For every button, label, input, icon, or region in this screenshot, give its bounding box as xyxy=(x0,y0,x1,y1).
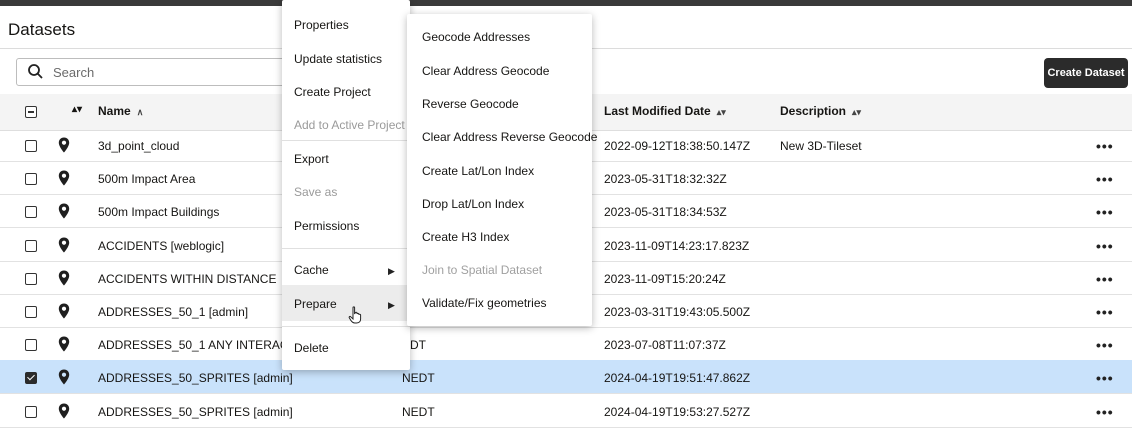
caret-right-icon: ▶ xyxy=(388,300,395,310)
submenu-item-drop-lat-lon-index[interactable]: Drop Lat/Lon Index xyxy=(422,197,524,211)
search-icon xyxy=(28,64,43,79)
menu-divider xyxy=(282,326,410,327)
row-name[interactable]: ACCIDENTS [weblogic] xyxy=(98,239,224,253)
row-last-modified: 2023-05-31T18:32:32Z xyxy=(604,172,727,186)
sort-icon[interactable]: ▴▾ xyxy=(72,104,82,115)
row-description: New 3D-Tileset xyxy=(780,139,862,153)
search-input[interactable]: Search xyxy=(16,58,286,86)
menu-item-properties[interactable]: Properties xyxy=(294,18,349,32)
menu-item-prepare[interactable]: Prepare xyxy=(294,297,337,311)
menu-item-update-statistics[interactable]: Update statistics xyxy=(294,52,382,66)
row-last-modified: 2022-09-12T18:38:50.147Z xyxy=(604,139,751,153)
row-checkbox[interactable] xyxy=(25,173,37,185)
submenu-item-reverse-geocode[interactable]: Reverse Geocode xyxy=(422,97,519,111)
row-checkbox[interactable] xyxy=(25,406,37,418)
row-owner: NEDT xyxy=(402,405,435,419)
row-name[interactable]: 3d_point_cloud xyxy=(98,139,179,153)
row-name[interactable]: ADDRESSES_50_SPRITES [admin] xyxy=(98,371,293,385)
menu-item-export[interactable]: Export xyxy=(294,152,329,166)
row-last-modified: 2023-11-09T14:23:17.823Z xyxy=(604,239,750,253)
map-pin-icon xyxy=(58,237,70,253)
row-actions-button[interactable]: ••• xyxy=(1096,271,1114,287)
map-pin-icon xyxy=(58,137,70,153)
create-dataset-button[interactable]: Create Dataset xyxy=(1044,58,1128,88)
row-actions-button[interactable]: ••• xyxy=(1096,238,1114,254)
map-pin-icon xyxy=(58,170,70,186)
row-checkbox[interactable] xyxy=(25,206,37,218)
row-last-modified: 2024-04-19T19:51:47.862Z xyxy=(604,371,751,385)
row-last-modified: 2023-05-31T18:34:53Z xyxy=(604,205,727,219)
row-last-modified: 2023-11-09T15:20:24Z xyxy=(604,272,726,286)
sort-icon: ▴▾ xyxy=(852,107,862,117)
hand-pointer-icon xyxy=(348,306,362,324)
row-owner: NEDT xyxy=(402,371,435,385)
row-actions-button[interactable]: ••• xyxy=(1096,370,1114,386)
row-checkbox[interactable] xyxy=(25,339,37,351)
column-header-name[interactable]: Name ∧ xyxy=(98,104,143,118)
row-last-modified: 2023-03-31T19:43:05.500Z xyxy=(604,305,751,319)
menu-item-permissions[interactable]: Permissions xyxy=(294,219,359,233)
column-header-description[interactable]: Description ▴▾ xyxy=(780,104,861,118)
map-pin-icon xyxy=(58,203,70,219)
row-last-modified: 2023-07-08T11:07:37Z xyxy=(604,338,726,352)
submenu-item-validate-fix-geometries[interactable]: Validate/Fix geometries xyxy=(422,296,547,310)
row-checkbox[interactable] xyxy=(25,140,37,152)
row-actions-button[interactable]: ••• xyxy=(1096,204,1114,220)
search-placeholder: Search xyxy=(53,65,95,80)
row-actions-button[interactable]: ••• xyxy=(1096,304,1114,320)
row-actions-button[interactable]: ••• xyxy=(1096,404,1114,420)
map-pin-icon xyxy=(58,303,70,319)
map-pin-icon xyxy=(58,369,70,385)
row-name[interactable]: 500m Impact Area xyxy=(98,172,195,186)
top-bar xyxy=(0,0,1132,6)
row-last-modified: 2024-04-19T19:53:27.527Z xyxy=(604,405,751,419)
menu-item-cache[interactable]: Cache xyxy=(294,263,329,277)
menu-item-create-project[interactable]: Create Project xyxy=(294,85,371,99)
menu-divider xyxy=(282,140,410,141)
row-actions-button[interactable]: ••• xyxy=(1096,138,1114,154)
row-checkbox[interactable] xyxy=(25,273,37,285)
row-checkbox[interactable] xyxy=(25,372,37,384)
page-title: Datasets xyxy=(8,20,76,39)
submenu-item-clear-address-geocode[interactable]: Clear Address Geocode xyxy=(422,64,549,78)
row-name[interactable]: ADDRESSES_50_1 [admin] xyxy=(98,305,248,319)
sort-asc-icon: ∧ xyxy=(136,107,144,117)
caret-right-icon: ▶ xyxy=(388,266,395,276)
menu-divider xyxy=(282,248,410,249)
row-name[interactable]: ADDRESSES_50_SPRITES [admin] xyxy=(98,405,293,419)
table-row[interactable]: ADDRESSES_50_SPRITES [admin] NEDT 2024-04-… xyxy=(0,360,1132,394)
prepare-submenu: Geocode Addresses Clear Address Geocode … xyxy=(407,14,597,326)
select-all-checkbox[interactable] xyxy=(25,106,37,118)
menu-item-save-as: Save as xyxy=(294,185,338,199)
submenu-item-create-h3-index[interactable]: Create H3 Index xyxy=(422,230,509,244)
submenu-item-join-to-spatial-dataset: Join to Spatial Dataset xyxy=(422,263,543,277)
submenu-item-create-lat-lon-index[interactable]: Create Lat/Lon Index xyxy=(422,164,534,178)
dataset-context-menu: Properties Update statistics Create Proj… xyxy=(282,0,410,370)
row-name[interactable]: ACCIDENTS WITHIN DISTANCE xyxy=(98,272,276,286)
map-pin-icon xyxy=(58,270,70,286)
row-name[interactable]: 500m Impact Buildings xyxy=(98,205,219,219)
table-row[interactable]: ADDRESSES_50_1 ANY INTERACTION EDT 2023-07… xyxy=(0,327,1132,361)
column-header-last-modified[interactable]: Last Modified Date ▴▾ xyxy=(604,104,726,118)
map-pin-icon xyxy=(58,336,70,352)
submenu-item-clear-address-reverse-geocode[interactable]: Clear Address Reverse Geocode xyxy=(422,130,597,144)
row-actions-button[interactable]: ••• xyxy=(1096,171,1114,187)
row-checkbox[interactable] xyxy=(25,240,37,252)
map-pin-icon xyxy=(58,403,70,419)
submenu-item-geocode-addresses[interactable]: Geocode Addresses xyxy=(422,30,530,44)
row-actions-button[interactable]: ••• xyxy=(1096,337,1114,353)
menu-item-delete[interactable]: Delete xyxy=(294,341,329,355)
row-checkbox[interactable] xyxy=(25,306,37,318)
sort-icon: ▴▾ xyxy=(716,107,726,117)
table-row[interactable]: ADDRESSES_50_SPRITES [admin] NEDT 2024-04-… xyxy=(0,394,1132,428)
menu-item-add-to-active-project: Add to Active Project xyxy=(294,118,405,132)
